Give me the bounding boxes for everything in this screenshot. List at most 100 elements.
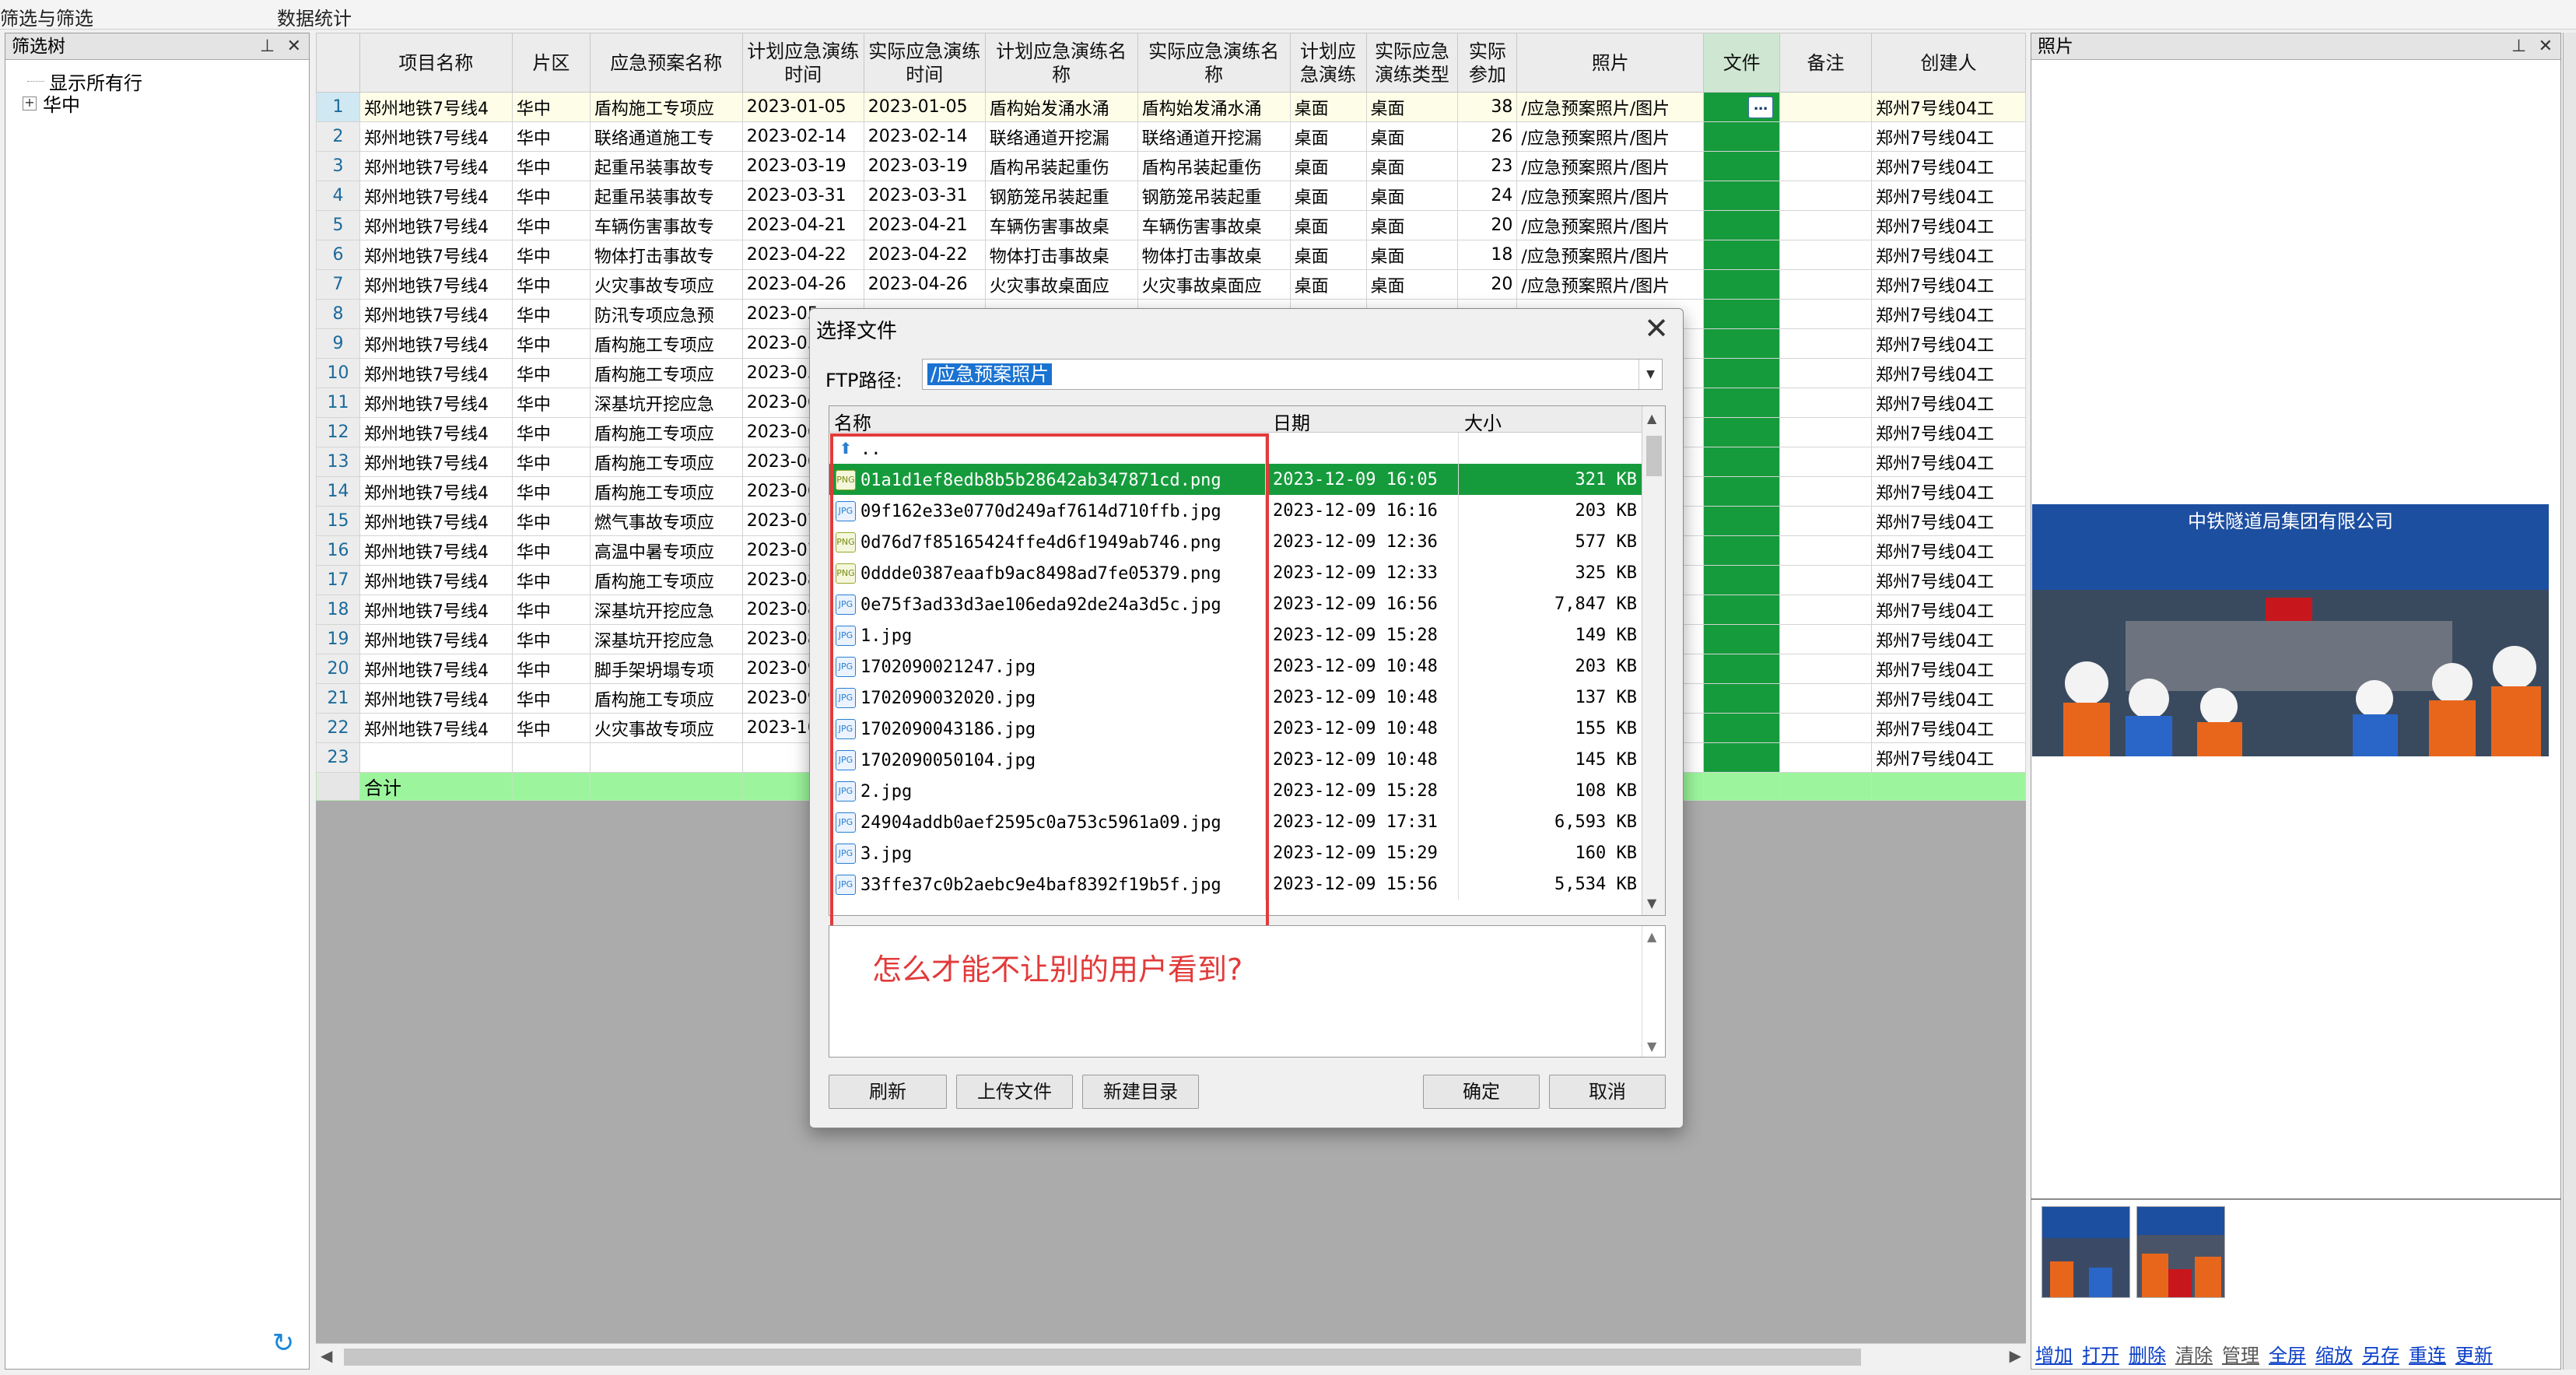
pin-icon[interactable]: ⊥: [2511, 33, 2526, 60]
table-cell[interactable]: 38: [1457, 92, 1518, 122]
table-cell[interactable]: 物体打击事故桌: [1137, 240, 1291, 270]
column-header[interactable]: [316, 33, 360, 93]
table-cell[interactable]: 2023-04-26: [863, 269, 986, 300]
table-cell[interactable]: 桌面: [1289, 269, 1367, 300]
table-cell[interactable]: [1779, 447, 1872, 477]
table-cell[interactable]: 华中: [511, 683, 591, 714]
table-cell[interactable]: [1703, 328, 1781, 359]
table-cell[interactable]: 24: [1457, 181, 1518, 211]
table-cell[interactable]: 郑州7号线04工: [1870, 358, 2027, 388]
table-row[interactable]: 3 郑州地铁7号线4 华中 起重吊装事故专 2023-03-19 2023-03-19 盾构…: [316, 151, 2027, 181]
table-cell[interactable]: [1779, 565, 1872, 595]
scroll-right-icon[interactable]: ▶: [2010, 1346, 2021, 1365]
table-cell[interactable]: 桌面: [1289, 92, 1367, 122]
table-row[interactable]: 1 郑州地铁7号线4 华中 盾构施工专项应 2023-01-05 2023-01-05 盾构…: [316, 92, 2027, 122]
column-header[interactable]: 应急预案名称: [589, 33, 743, 93]
table-cell[interactable]: 2023-03-31: [741, 181, 864, 211]
table-cell[interactable]: 物体打击事故桌: [984, 240, 1138, 270]
table-cell[interactable]: 华中: [511, 713, 591, 743]
table-cell[interactable]: [1703, 595, 1781, 625]
table-cell[interactable]: 26: [1457, 121, 1518, 152]
table-cell[interactable]: 郑州7号线04工: [1870, 595, 2027, 625]
table-row[interactable]: 4 郑州地铁7号线4 华中 起重吊装事故专 2023-03-31 2023-03-31 钢筋…: [316, 181, 2027, 211]
table-cell[interactable]: [1703, 447, 1781, 477]
table-cell[interactable]: 华中: [511, 624, 591, 654]
table-cell[interactable]: 华中: [511, 476, 591, 507]
table-cell[interactable]: 郑州地铁7号线4: [359, 417, 513, 447]
table-cell[interactable]: 郑州地铁7号线4: [359, 713, 513, 743]
table-cell[interactable]: 桌面: [1289, 151, 1367, 181]
table-cell[interactable]: 钢筋笼吊装起重: [984, 181, 1138, 211]
table-cell[interactable]: 桌面: [1289, 240, 1367, 270]
table-cell[interactable]: [1703, 742, 1781, 773]
scroll-down-icon[interactable]: ▼: [1647, 896, 1656, 910]
refresh-icon[interactable]: ↻: [270, 1330, 296, 1356]
table-cell[interactable]: 18: [1457, 240, 1518, 270]
table-cell[interactable]: [1779, 388, 1872, 418]
table-cell[interactable]: 火灾事故专项应: [589, 713, 743, 743]
table-cell[interactable]: 起重吊装事故专: [589, 181, 743, 211]
table-cell[interactable]: 华中: [511, 269, 591, 300]
table-cell[interactable]: [1703, 181, 1781, 211]
table-cell[interactable]: 郑州7号线04工: [1870, 388, 2027, 418]
table-cell[interactable]: 桌面: [1289, 210, 1367, 240]
table-cell[interactable]: 盾构始发涌水涌: [1137, 92, 1291, 122]
thumbnail-1[interactable]: [2042, 1206, 2130, 1298]
table-cell[interactable]: 火灾事故专项应: [589, 269, 743, 300]
table-cell[interactable]: 郑州地铁7号线4: [359, 654, 513, 684]
table-cell[interactable]: 郑州地铁7号线4: [359, 565, 513, 595]
table-cell[interactable]: 郑州7号线04工: [1870, 151, 2027, 181]
table-cell[interactable]: 盾构施工专项应: [589, 447, 743, 477]
delete-link[interactable]: 删除: [2129, 1340, 2166, 1367]
table-cell[interactable]: 火灾事故桌面应: [984, 269, 1138, 300]
table-cell[interactable]: 华中: [511, 506, 591, 536]
column-header[interactable]: 实际参加: [1457, 33, 1518, 93]
table-cell[interactable]: [1779, 476, 1872, 507]
table-cell[interactable]: 华中: [511, 417, 591, 447]
table-cell[interactable]: 2023-04-22: [863, 240, 986, 270]
table-cell[interactable]: 华中: [511, 565, 591, 595]
table-cell[interactable]: [1703, 121, 1781, 152]
table-cell[interactable]: 起重吊装事故专: [589, 151, 743, 181]
table-cell[interactable]: 华中: [511, 151, 591, 181]
table-cell[interactable]: 2023-02-14: [863, 121, 986, 152]
table-cell[interactable]: 华中: [511, 121, 591, 152]
thumbnail-2[interactable]: [2136, 1206, 2225, 1298]
table-cell[interactable]: [1779, 506, 1872, 536]
plus-icon[interactable]: +: [23, 96, 37, 110]
table-cell[interactable]: [1703, 388, 1781, 418]
column-header[interactable]: 片区: [511, 33, 591, 93]
table-cell[interactable]: 桌面: [1289, 181, 1367, 211]
table-cell[interactable]: 华中: [511, 388, 591, 418]
table-cell[interactable]: [1779, 595, 1872, 625]
column-header-name[interactable]: 名称: [834, 408, 871, 435]
table-cell[interactable]: 郑州7号线04工: [1870, 210, 2027, 240]
table-cell[interactable]: /应急预案照片/图片: [1516, 151, 1705, 181]
table-cell[interactable]: [1779, 654, 1872, 684]
reconnect-link[interactable]: 重连: [2409, 1340, 2446, 1367]
more-icon[interactable]: …: [1748, 96, 1774, 118]
table-row[interactable]: 5 郑州地铁7号线4 华中 车辆伤害事故专 2023-04-21 2023-04-21 车辆…: [316, 210, 2027, 240]
table-cell[interactable]: /应急预案照片/图片: [1516, 181, 1705, 211]
table-cell[interactable]: 深基坑开挖应急: [589, 624, 743, 654]
column-header-date[interactable]: 日期: [1273, 408, 1310, 435]
table-cell[interactable]: 郑州7号线04工: [1870, 299, 2027, 329]
table-cell[interactable]: 2023-01-05: [863, 92, 986, 122]
table-cell[interactable]: 郑州7号线04工: [1870, 328, 2027, 359]
ftp-path-value[interactable]: /应急预案照片: [927, 363, 1053, 385]
table-cell[interactable]: 华中: [511, 595, 591, 625]
table-cell[interactable]: 华中: [511, 654, 591, 684]
file-list-scrollbar[interactable]: ▲ ▼: [1642, 406, 1665, 915]
table-cell[interactable]: 桌面: [1365, 151, 1459, 181]
table-cell[interactable]: 2023-01-05: [741, 92, 864, 122]
right-side-tab[interactable]: [2563, 33, 2576, 1370]
table-cell[interactable]: [1703, 624, 1781, 654]
table-cell[interactable]: 2023-02-14: [741, 121, 864, 152]
table-cell[interactable]: 火灾事故桌面应: [1137, 269, 1291, 300]
table-cell[interactable]: 郑州地铁7号线4: [359, 328, 513, 359]
table-cell[interactable]: [1779, 151, 1872, 181]
scroll-up-icon[interactable]: ▲: [1647, 411, 1656, 426]
table-cell[interactable]: 2023-04-22: [741, 240, 864, 270]
grid-horizontal-scrollbar[interactable]: ◀ ▶: [316, 1343, 2026, 1370]
table-cell[interactable]: 桌面: [1365, 269, 1459, 300]
